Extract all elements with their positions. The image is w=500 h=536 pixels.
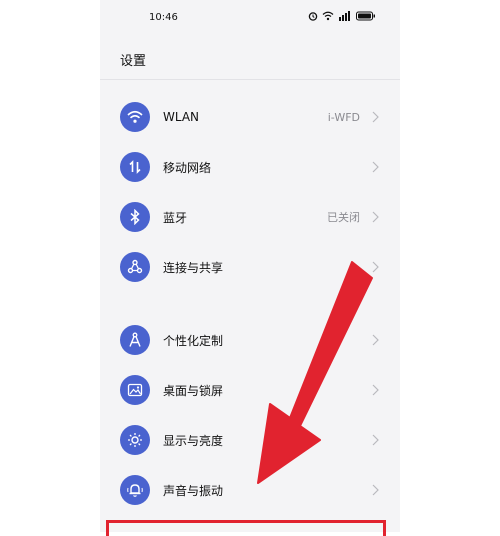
- settings-group-display: 个性化定制 桌面与锁屏 显示与亮度 声音与振动: [100, 315, 400, 515]
- setting-value: 已关闭: [327, 211, 360, 224]
- chevron-right-icon: [370, 433, 380, 447]
- wifi-icon: [120, 102, 150, 132]
- signal-icon: [338, 11, 352, 21]
- phone-screen: 10:46 设置 WLAN i-WFD 移动网络 蓝牙 已关闭 连接与共享 个性…: [100, 0, 400, 532]
- setting-item-bluetooth[interactable]: 蓝牙 已关闭: [100, 192, 400, 242]
- chevron-right-icon: [370, 483, 380, 497]
- setting-label: 连接与共享: [163, 260, 224, 275]
- setting-item-display-brightness[interactable]: 显示与亮度: [100, 415, 400, 465]
- setting-item-mobile-network[interactable]: 移动网络: [100, 142, 400, 192]
- settings-group-connectivity: WLAN i-WFD 移动网络 蓝牙 已关闭 连接与共享: [100, 92, 400, 292]
- setting-label: 桌面与锁屏: [163, 383, 224, 398]
- annotation-highlight-box: [106, 520, 386, 536]
- setting-item-sound-vibration[interactable]: 声音与振动: [100, 465, 400, 515]
- bell-icon: [120, 475, 150, 505]
- share-icon: [120, 252, 150, 282]
- setting-label: 显示与亮度: [163, 433, 224, 448]
- setting-item-personalization[interactable]: 个性化定制: [100, 315, 400, 365]
- setting-label: 声音与振动: [163, 483, 224, 498]
- setting-value: i-WFD: [327, 110, 360, 124]
- setting-label: 个性化定制: [163, 333, 224, 348]
- sun-icon: [120, 425, 150, 455]
- setting-label: WLAN: [163, 110, 200, 124]
- page-title: 设置: [120, 54, 147, 69]
- setting-item-home-lock-screen[interactable]: 桌面与锁屏: [100, 365, 400, 415]
- alarm-icon: [308, 11, 318, 21]
- wifi-icon: [322, 11, 334, 21]
- setting-label: 蓝牙: [163, 210, 188, 225]
- settings-header: 设置: [100, 38, 400, 80]
- status-bar: 10:46: [100, 0, 400, 38]
- chevron-right-icon: [370, 110, 380, 124]
- chevron-right-icon: [370, 260, 380, 274]
- setting-item-wlan[interactable]: WLAN i-WFD: [100, 92, 400, 142]
- chevron-right-icon: [370, 210, 380, 224]
- mobile-data-icon: [120, 152, 150, 182]
- bluetooth-icon: [120, 202, 150, 232]
- status-icons: [308, 11, 376, 21]
- status-time: 10:46: [149, 12, 178, 23]
- chevron-right-icon: [370, 383, 380, 397]
- battery-icon: [356, 11, 376, 21]
- image-icon: [120, 375, 150, 405]
- chevron-right-icon: [370, 333, 380, 347]
- chevron-right-icon: [370, 160, 380, 174]
- setting-item-connection-sharing[interactable]: 连接与共享: [100, 242, 400, 292]
- setting-label: 移动网络: [163, 160, 212, 175]
- compass-icon: [120, 325, 150, 355]
